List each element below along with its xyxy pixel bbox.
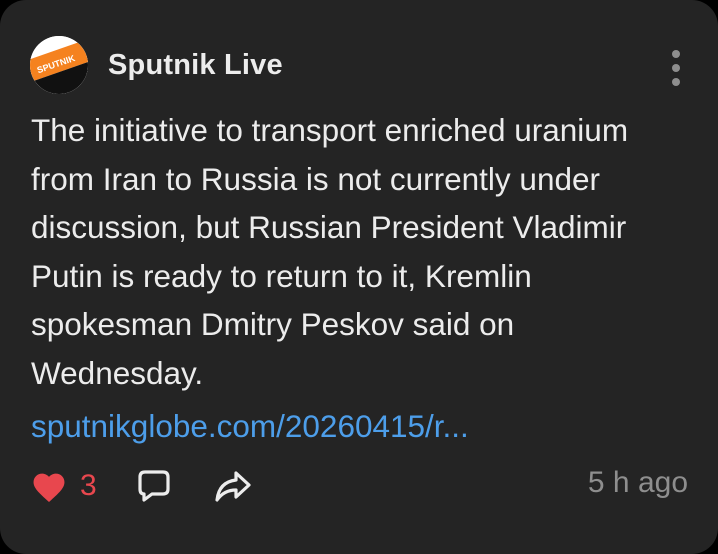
vertical-dots-icon-dot	[672, 78, 680, 86]
post-timestamp: 5 h ago	[587, 466, 688, 499]
article-link[interactable]: sputnikglobe.com/20260415/r...	[31, 402, 469, 450]
comment-button[interactable]	[136, 468, 172, 504]
like-count: 3	[80, 469, 97, 502]
vertical-dots-icon-dot	[672, 64, 680, 72]
post-header: SPUTNIK Sputnik Live	[30, 36, 690, 94]
sputnik-logo-icon: SPUTNIK	[30, 36, 88, 94]
channel-name[interactable]: Sputnik Live	[108, 47, 283, 83]
more-options-button[interactable]	[666, 48, 686, 88]
heart-icon	[33, 473, 65, 502]
post-footer: 3 5 h ago	[30, 460, 690, 512]
vertical-dots-icon	[672, 50, 680, 58]
share-arrow-icon	[215, 471, 251, 502]
share-button[interactable]	[214, 468, 252, 504]
like-button[interactable]: 3	[30, 468, 97, 504]
post-message: The initiative to transport enriched ura…	[31, 112, 629, 391]
speech-bubble-icon	[138, 470, 170, 502]
channel-avatar[interactable]: SPUTNIK	[30, 36, 88, 94]
post-card: SPUTNIK Sputnik Live The initiative to t…	[0, 0, 718, 554]
